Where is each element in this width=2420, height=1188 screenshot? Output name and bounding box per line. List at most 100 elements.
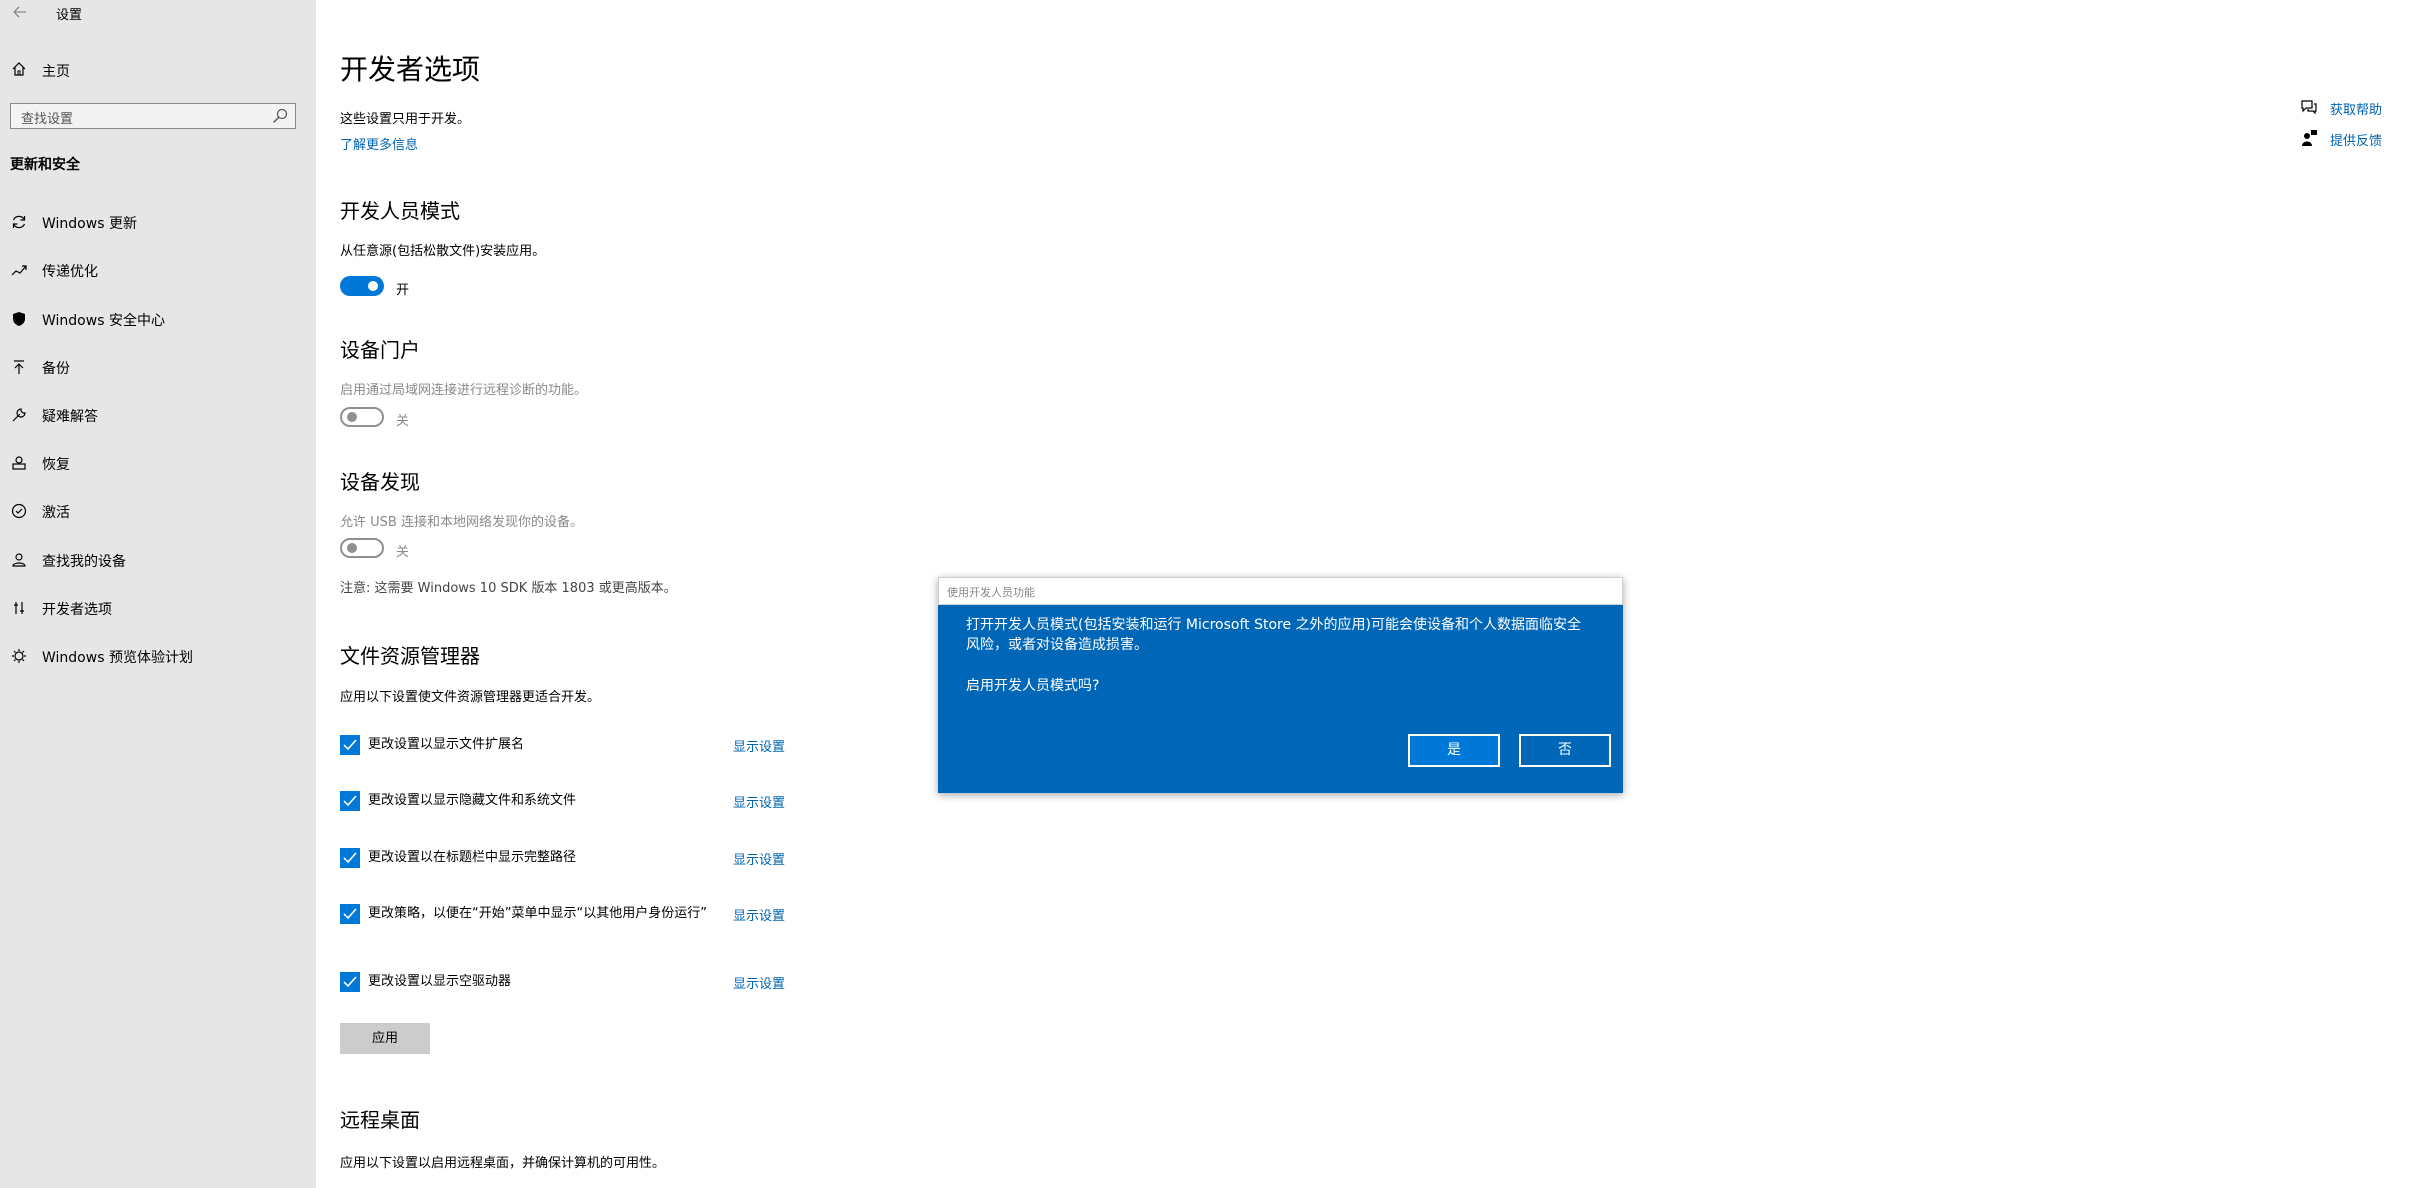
- sidebar-item-label: 备份: [42, 361, 70, 377]
- file-explorer-desc: 应用以下设置使文件资源管理器更适合开发。: [340, 690, 601, 705]
- settings-window: 设置 主页 查找设置 更新和安全 Windows 更新 传递优化 Windows…: [0, 0, 2420, 1188]
- checkmark-icon: [343, 852, 357, 864]
- sidebar-item-home[interactable]: 主页: [0, 54, 316, 84]
- empty-drives-show-settings-link[interactable]: 显示设置: [733, 973, 785, 992]
- sidebar-item-recovery[interactable]: 恢复: [0, 443, 316, 483]
- back-button[interactable]: [6, 0, 34, 24]
- run-as-label: 更改策略，以便在“开始”菜单中显示“以其他用户身份运行”: [368, 906, 707, 921]
- feedback-label: 提供反馈: [2330, 134, 2383, 149]
- sidebar-item-windows-security[interactable]: Windows 安全中心: [0, 299, 316, 339]
- page-subtitle: 这些设置只用于开发。: [340, 112, 471, 127]
- sidebar-item-troubleshoot[interactable]: 疑难解答: [0, 395, 316, 435]
- dialog-title: 使用开发人员功能: [947, 586, 1035, 599]
- dev-mode-toggle-label: 开: [396, 283, 410, 298]
- sidebar-item-developer-options[interactable]: 开发者选项: [0, 588, 316, 628]
- backup-icon: [9, 357, 29, 377]
- sidebar-section-title: 更新和安全: [10, 157, 80, 173]
- file-explorer-heading: 文件资源管理器: [340, 644, 480, 668]
- sidebar-item-backup[interactable]: 备份: [0, 347, 316, 387]
- sidebar-item-label: 恢复: [42, 457, 70, 473]
- dev-mode-heading: 开发人员模式: [340, 199, 460, 223]
- title-bar: 设置: [0, 0, 316, 26]
- dev-mode-desc: 从任意源(包括松散文件)安装应用。: [340, 244, 546, 259]
- checkmark-icon: [343, 795, 357, 807]
- toggle-knob: [368, 281, 378, 291]
- yes-button[interactable]: 是: [1408, 734, 1500, 767]
- confirm-dialog: 使用开发人员功能 打开开发人员模式(包括安装和运行 Microsoft Stor…: [938, 577, 1623, 793]
- page-title: 开发者选项: [340, 53, 481, 86]
- check-circle-icon: [9, 501, 29, 521]
- file-ext-show-settings-link[interactable]: 显示设置: [733, 736, 785, 755]
- developer-icon: [9, 598, 29, 618]
- back-arrow-icon: [13, 6, 26, 18]
- search-input[interactable]: 查找设置: [10, 103, 296, 129]
- full-path-label: 更改设置以在标题栏中显示完整路径: [368, 850, 577, 865]
- checkmark-icon: [343, 739, 357, 751]
- device-portal-desc: 启用通过局域网连接进行远程诊断的功能。: [340, 383, 588, 398]
- search-placeholder: 查找设置: [21, 112, 74, 127]
- device-portal-toggle[interactable]: [340, 407, 384, 427]
- file-ext-label: 更改设置以显示文件扩展名: [368, 737, 525, 752]
- toggle-knob: [347, 412, 357, 422]
- device-portal-heading: 设备门户: [340, 338, 420, 362]
- wrench-icon: [9, 405, 29, 425]
- run-as-checkbox[interactable]: [340, 904, 360, 924]
- shield-icon: [9, 309, 29, 329]
- recovery-icon: [9, 453, 29, 473]
- sidebar-item-label: Windows 预览体验计划: [42, 650, 193, 666]
- no-button[interactable]: 否: [1519, 734, 1611, 767]
- dev-mode-toggle[interactable]: [340, 276, 384, 296]
- hidden-files-show-settings-link[interactable]: 显示设置: [733, 792, 785, 811]
- remote-desktop-heading: 远程桌面: [340, 1108, 420, 1132]
- device-discovery-toggle-label: 关: [396, 545, 410, 560]
- checkmark-icon: [343, 908, 357, 920]
- full-path-checkbox[interactable]: [340, 848, 360, 868]
- get-help-label: 获取帮助: [2330, 103, 2383, 118]
- feedback-link[interactable]: 提供反馈: [2300, 128, 2410, 150]
- sidebar-item-label: 激活: [42, 505, 70, 521]
- dialog-title-bar: 使用开发人员功能: [938, 577, 1623, 605]
- get-help-link[interactable]: 获取帮助: [2300, 97, 2410, 119]
- sidebar-item-delivery-optimization[interactable]: 传递优化: [0, 250, 316, 290]
- empty-drives-label: 更改设置以显示空驱动器: [368, 974, 512, 989]
- device-discovery-desc: 允许 USB 连接和本地网络发现你的设备。: [340, 515, 583, 530]
- find-device-icon: [9, 550, 29, 570]
- file-ext-checkbox[interactable]: [340, 735, 360, 755]
- sidebar-item-windows-insider[interactable]: Windows 预览体验计划: [0, 636, 316, 676]
- full-path-show-settings-link[interactable]: 显示设置: [733, 849, 785, 868]
- feedback-icon: [2302, 130, 2317, 146]
- hidden-files-checkbox[interactable]: [340, 791, 360, 811]
- sidebar-item-label: 疑难解答: [42, 409, 98, 425]
- sidebar-item-label: 开发者选项: [42, 602, 112, 618]
- sidebar-item-label: 传递优化: [42, 264, 98, 280]
- sidebar-item-label: Windows 更新: [42, 216, 137, 232]
- dialog-message: 打开开发人员模式(包括安装和运行 Microsoft Store 之外的应用)可…: [966, 617, 1581, 653]
- sidebar-item-label: 主页: [42, 64, 70, 80]
- hidden-files-label: 更改设置以显示隐藏文件和系统文件: [368, 793, 577, 808]
- search-icon[interactable]: [272, 108, 288, 124]
- toggle-knob: [347, 543, 357, 553]
- refresh-icon: [9, 212, 29, 232]
- sidebar-item-find-my-device[interactable]: 查找我的设备: [0, 540, 316, 580]
- apply-button[interactable]: 应用: [340, 1023, 430, 1054]
- device-discovery-heading: 设备发现: [340, 470, 420, 494]
- sidebar: 设置 主页 查找设置 更新和安全 Windows 更新 传递优化 Windows…: [0, 0, 316, 1188]
- checkmark-icon: [343, 976, 357, 988]
- delivery-optimization-icon: [9, 260, 29, 280]
- dialog-question: 启用开发人员模式吗?: [966, 678, 1100, 694]
- device-discovery-note: 注意: 这需要 Windows 10 SDK 版本 1803 或更高版本。: [340, 581, 677, 596]
- window-title: 设置: [56, 8, 83, 23]
- home-icon: [9, 59, 29, 79]
- remote-desktop-desc: 应用以下设置以启用远程桌面，并确保计算机的可用性。: [340, 1156, 666, 1171]
- sidebar-item-label: Windows 安全中心: [42, 313, 165, 329]
- empty-drives-checkbox[interactable]: [340, 972, 360, 992]
- run-as-show-settings-link[interactable]: 显示设置: [733, 905, 785, 924]
- insider-icon: [9, 646, 29, 666]
- learn-more-link[interactable]: 了解更多信息: [340, 134, 418, 153]
- device-discovery-toggle[interactable]: [340, 538, 384, 558]
- sidebar-item-windows-update[interactable]: Windows 更新: [0, 202, 316, 242]
- sidebar-item-activation[interactable]: 激活: [0, 491, 316, 531]
- sidebar-item-label: 查找我的设备: [42, 554, 126, 570]
- chat-help-icon: [2301, 100, 2317, 115]
- device-portal-toggle-label: 关: [396, 414, 410, 429]
